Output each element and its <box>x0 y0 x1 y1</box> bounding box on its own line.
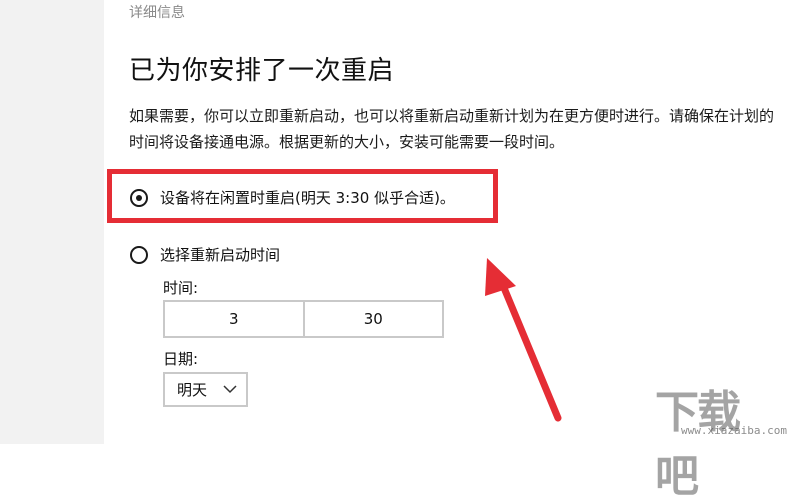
radio-unchecked-icon[interactable] <box>130 245 148 264</box>
date-label: 日期: <box>163 350 199 368</box>
option-pick-time[interactable]: 选择重新启动时间 <box>130 244 280 265</box>
highlight-annotation-box <box>107 169 498 223</box>
date-select[interactable]: 明天 <box>163 372 248 407</box>
time-label: 时间: <box>163 279 199 297</box>
minute-field[interactable]: 30 <box>302 302 443 336</box>
option-pick-time-label: 选择重新启动时间 <box>160 246 281 264</box>
date-select-value: 明天 <box>177 381 208 399</box>
watermark-url: www.xiazaiba.com <box>681 424 787 437</box>
hour-field[interactable]: 3 <box>165 302 303 336</box>
watermark-text: 下载吧 <box>655 387 741 502</box>
left-nav-strip <box>0 0 104 444</box>
chevron-down-icon <box>223 385 237 394</box>
description-text: 如果需要，你可以立即重新启动，也可以将重新启动重新计划为在更方便时进行。请确保在… <box>129 107 775 151</box>
watermark-logo: 下载吧 www.xiazaiba.com <box>655 376 787 502</box>
breadcrumb[interactable]: 详细信息 <box>129 2 185 22</box>
page-title: 已为你安排了一次重启 <box>129 56 395 86</box>
time-picker[interactable]: 3 30 <box>163 300 444 338</box>
